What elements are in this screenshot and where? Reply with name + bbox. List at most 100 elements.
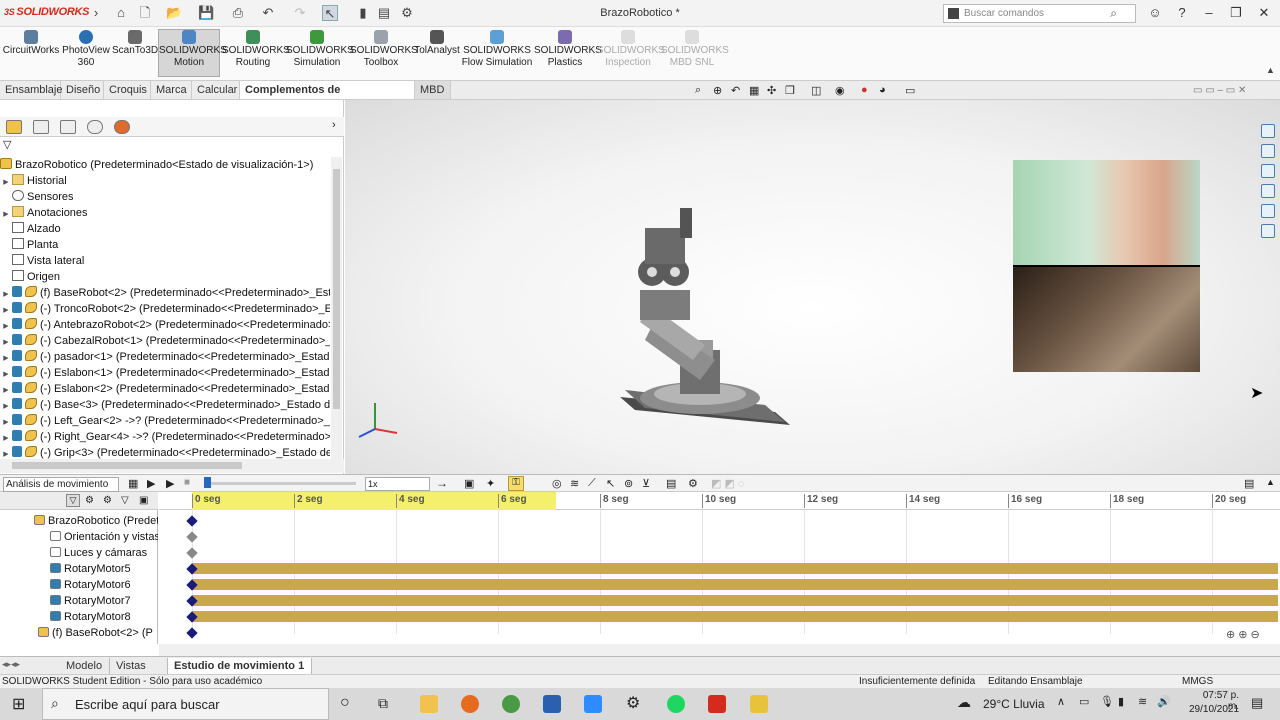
damper-icon[interactable]: ⟋ [588, 477, 596, 490]
filter-icon[interactable]: ▽ [3, 139, 17, 151]
robot-arm-model[interactable] [605, 200, 815, 450]
results-and-plots-icon[interactable]: ▤ [666, 477, 676, 490]
file-explorer-icon[interactable] [1261, 164, 1275, 178]
cmd-plastics[interactable]: SOLIDWORKS Plastics [534, 30, 602, 69]
spring-icon[interactable]: ≋ [570, 477, 579, 490]
motion-tree-item[interactable]: RotaryMotor6 [50, 577, 158, 593]
tab-diseno[interactable]: Diseño [61, 81, 104, 99]
expand-arrow-icon[interactable]: ▶ [0, 335, 12, 349]
zoom-to-fit-icon[interactable]: ⌕ [695, 84, 701, 97]
undo-icon[interactable]: ↶ [260, 5, 276, 21]
cmd-toolbox[interactable]: SOLIDWORKS Toolbox [350, 30, 418, 69]
tab-marca[interactable]: Marca [151, 81, 192, 99]
property-manager-tab-icon[interactable] [33, 120, 49, 134]
options-gear-icon[interactable]: ⚙ [399, 5, 415, 21]
view-palette-icon[interactable] [1261, 184, 1275, 198]
design-library-icon[interactable] [1261, 144, 1275, 158]
taskbar-search[interactable]: ⌕ Escribe aquí para buscar [42, 688, 329, 720]
tree-horizontal-scrollbar[interactable] [0, 459, 344, 473]
weather-text[interactable]: 29°C Lluvia [983, 697, 1045, 711]
tree-item[interactable]: ▶ (-) Left_Gear<2> ->? (Predeterminado<<P… [0, 413, 330, 429]
motion-tree-item[interactable]: Orientación y vistas c [50, 529, 158, 545]
file-properties-icon[interactable]: ▤ [376, 5, 392, 21]
cmd-circuitworks[interactable]: CircuitWorks [2, 30, 60, 57]
tree-item[interactable]: Alzado [0, 221, 330, 237]
cmd-flow-simulation[interactable]: SOLIDWORKS Flow Simulation [460, 30, 534, 69]
solidworks-resources-icon[interactable] [1261, 124, 1275, 138]
save-animation-icon[interactable]: ▣ [464, 477, 474, 490]
section-view-icon[interactable]: ▦ [749, 84, 759, 97]
viewport-window-controls[interactable]: ▭ ▭ – ▭ ✕ [1193, 85, 1246, 96]
tab-vistas-3d[interactable]: Vistas 3D [110, 658, 168, 688]
motor-timeline-bar[interactable] [192, 579, 1278, 590]
weather-icon[interactable]: ☁ [957, 694, 971, 711]
notifications-icon[interactable]: ▤ [1251, 695, 1263, 711]
tree-item[interactable]: ▶ (-) Right_Gear<4> ->? (Predeterminado<<… [0, 429, 330, 445]
expand-arrow-icon[interactable]: ▶ [0, 287, 12, 301]
solidworks-app-icon[interactable] [708, 695, 726, 713]
filter-results-icon[interactable]: ▽ [121, 495, 129, 506]
playback-slider-thumb[interactable] [204, 477, 211, 488]
motion-tree-item[interactable]: RotaryMotor8 [50, 609, 158, 625]
tree-item[interactable]: Origen [0, 269, 330, 285]
motion-manager-collapse-icon[interactable]: ▲ [1266, 477, 1275, 487]
clock-date[interactable]: 29/10/2021 [1189, 704, 1239, 715]
tree-item[interactable]: Vista lateral [0, 253, 330, 269]
zoom-app-icon[interactable] [584, 695, 602, 713]
playback-speed-select[interactable]: 1x [365, 477, 430, 491]
cmd-routing[interactable]: SOLIDWORKS Routing [222, 30, 290, 69]
tray-chevron-icon[interactable]: ∧ [1057, 695, 1065, 708]
motion-tree-item[interactable]: BrazoRobotico (Predete [34, 513, 158, 529]
expand-arrow-icon[interactable]: ▶ [0, 383, 12, 397]
video-app-icon[interactable] [750, 695, 768, 713]
motor-timeline-bar[interactable] [192, 595, 1278, 606]
select-icon[interactable]: ↖ [322, 5, 338, 21]
minimize-icon[interactable]: – [1199, 5, 1219, 20]
expand-arrow-icon[interactable]: ▶ [0, 415, 12, 429]
force-icon[interactable]: ↖ [606, 477, 615, 490]
restore-icon[interactable]: ❐ [1226, 5, 1246, 21]
save-icon[interactable]: 💾 [198, 5, 214, 21]
cmd-motion[interactable]: SOLIDWORKS Motion [158, 29, 227, 77]
dynamic-annotation-icon[interactable]: ✣ [767, 84, 776, 97]
contact-icon[interactable]: ⊚ [624, 477, 633, 490]
view-orientation-icon[interactable]: ❒ [785, 84, 795, 97]
volume-icon[interactable]: 🔊 [1157, 695, 1171, 708]
edit-appearance-icon[interactable]: ● [861, 84, 868, 96]
motion-tree-item[interactable]: RotaryMotor7 [50, 593, 158, 609]
scroll-thumb[interactable] [12, 462, 242, 469]
tree-item[interactable]: ▶ (-) Eslabon<2> (Predeterminado<<Predete… [0, 381, 330, 397]
close-icon[interactable]: ✕ [1254, 5, 1274, 21]
tab-calcular[interactable]: Calcular [192, 81, 240, 99]
open-file-icon[interactable]: 📂 [166, 5, 182, 21]
solidworks-logo[interactable]: 3S SOLIDWORKS [4, 6, 90, 18]
chrome-app-icon[interactable] [502, 695, 520, 713]
cmd-photoview[interactable]: PhotoView 360 [60, 30, 112, 69]
tab-motion-study-1[interactable]: Estudio de movimiento 1 [168, 658, 312, 674]
word-app-icon[interactable] [543, 695, 561, 713]
expand-arrow-icon[interactable]: ▶ [0, 319, 12, 333]
file-explorer-app-icon[interactable] [420, 695, 438, 713]
scroll-thumb[interactable] [333, 169, 340, 409]
hide-show-icon[interactable]: ◉ [835, 84, 845, 97]
filter-animated-icon[interactable]: ▽ [66, 494, 80, 507]
tree-item[interactable]: Sensores [0, 189, 330, 205]
filter-selected-icon[interactable]: ⚙ [103, 495, 112, 506]
menu-arrow-icon[interactable]: › [88, 5, 104, 21]
collapse-motion-icon[interactable]: ◩ ◩ ◌ [711, 477, 744, 490]
battery-icon[interactable]: ▮ [1118, 695, 1124, 708]
animation-wizard-icon[interactable]: ✦ [486, 477, 495, 490]
tree-item[interactable]: ▶ (-) Base<3> (Predeterminado<<Predetermi… [0, 397, 330, 413]
expand-arrow-icon[interactable]: ▶ [0, 207, 12, 221]
tree-item[interactable]: ▶ (f) BaseRobot<2> (Predeterminado<<Prede… [0, 285, 330, 301]
tree-item[interactable]: ▶ (-) TroncoRobot<2> (Predeterminado<<Pre… [0, 301, 330, 317]
redo-icon[interactable]: ↷ [292, 5, 308, 21]
dimxpert-tab-icon[interactable] [87, 120, 103, 134]
motor-timeline-bar[interactable] [192, 563, 1278, 574]
cmd-tolanalyst[interactable]: TolAnalyst [414, 30, 460, 57]
expand-arrow-icon[interactable]: ▶ [0, 399, 12, 413]
cmd-inspection[interactable]: SOLIDWORKS Inspection [597, 30, 665, 69]
display-manager-tab-icon[interactable] [114, 120, 130, 134]
search-commands-input[interactable]: Buscar comandos ⌕ [943, 4, 1136, 23]
calculate-icon[interactable]: ▦ [128, 477, 138, 490]
